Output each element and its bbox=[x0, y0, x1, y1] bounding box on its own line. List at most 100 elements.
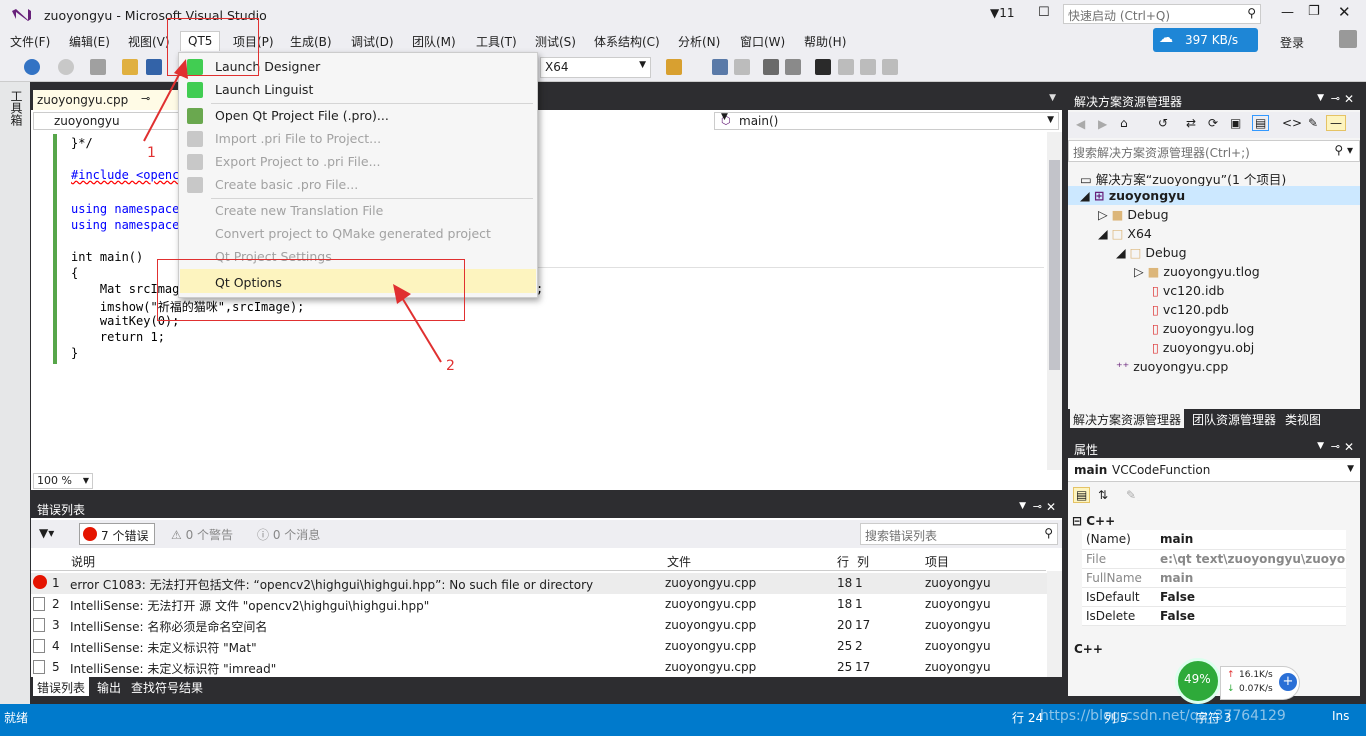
bookmark-icon[interactable] bbox=[815, 59, 831, 75]
minimize-button[interactable]: — bbox=[1281, 5, 1294, 20]
col-file[interactable]: 文件 bbox=[667, 553, 691, 570]
menu-item-launch-linguist[interactable]: Launch Linguist bbox=[215, 82, 313, 97]
forward-icon[interactable]: ▶ bbox=[1098, 117, 1107, 131]
tab-class-view[interactable]: 类视图 bbox=[1285, 411, 1321, 428]
property-category[interactable]: ⊟ C++ bbox=[1072, 514, 1115, 528]
notifications-icon[interactable]: ▼11 bbox=[990, 6, 1015, 20]
table-row[interactable]: 4 IntelliSense: 未定义标识符 "Mat" zuoyongyu.c… bbox=[31, 636, 1058, 657]
menu-debug[interactable]: 调试(D) bbox=[351, 33, 394, 50]
tree-item-tlog[interactable]: ▷ ■ zuoyongyu.tlog bbox=[1134, 264, 1260, 279]
network-widget[interactable]: ↑ 16.1K/s ↓ 0.07K/s + bbox=[1220, 666, 1300, 700]
menu-edit[interactable]: 编辑(E) bbox=[69, 33, 110, 50]
tab-solution-explorer[interactable]: 解决方案资源管理器 bbox=[1070, 409, 1185, 428]
feedback-icon[interactable]: ☐ bbox=[1038, 5, 1050, 20]
menu-view[interactable]: 视图(V) bbox=[128, 33, 170, 50]
tree-item-file[interactable]: ▯ zuoyongyu.obj bbox=[1152, 340, 1254, 355]
pin-icon[interactable]: ⊸ bbox=[1331, 440, 1340, 453]
account-avatar[interactable] bbox=[1339, 30, 1357, 48]
quick-launch-input[interactable]: 快速启动 (Ctrl+Q) bbox=[1068, 7, 1170, 24]
property-value[interactable]: False bbox=[1156, 606, 1346, 626]
menu-item-create-pro[interactable]: Create basic .pro File... bbox=[215, 177, 358, 192]
col-project[interactable]: 项目 bbox=[925, 553, 949, 570]
menu-item-import-pri[interactable]: Import .pri File to Project... bbox=[215, 131, 381, 146]
tree-item-project[interactable]: ◢ ⊞ zuoyongyu bbox=[1080, 188, 1185, 203]
menu-tools[interactable]: 工具(T) bbox=[476, 33, 517, 50]
menu-item-new-translation[interactable]: Create new Translation File bbox=[215, 203, 383, 218]
indent-icon[interactable] bbox=[712, 59, 728, 75]
menu-help[interactable]: 帮助(H) bbox=[804, 33, 846, 50]
scroll-thumb[interactable] bbox=[1049, 160, 1060, 370]
tree-item-file[interactable]: ▯ zuoyongyu.log bbox=[1152, 321, 1254, 336]
show-all-icon[interactable]: ▤ bbox=[1252, 115, 1270, 131]
property-value[interactable]: main bbox=[1156, 568, 1346, 588]
find-icon[interactable] bbox=[666, 59, 682, 75]
property-value[interactable]: False bbox=[1156, 587, 1346, 607]
property-row[interactable]: IsDelete False bbox=[1082, 606, 1346, 626]
tree-item-cpp[interactable]: ⁺⁺ zuoyongyu.cpp bbox=[1116, 359, 1228, 374]
outdent-icon[interactable] bbox=[734, 59, 750, 75]
tab-output[interactable]: 输出 bbox=[97, 679, 121, 696]
tab-error-list[interactable]: 错误列表 bbox=[33, 677, 90, 696]
tab-find-symbol[interactable]: 查找符号结果 bbox=[131, 679, 203, 696]
history-icon[interactable]: ↺ bbox=[1158, 116, 1168, 130]
property-value[interactable]: e:\qt text\zuoyongyu\zuoyon bbox=[1156, 549, 1346, 569]
property-row[interactable]: FullName main bbox=[1082, 568, 1346, 588]
col-description[interactable]: 说明 bbox=[71, 553, 95, 570]
restore-button[interactable]: ❐ bbox=[1308, 4, 1320, 19]
zoom-select[interactable]: 100 % ▼ bbox=[33, 473, 93, 489]
tab-dropdown-icon[interactable]: ▼ bbox=[1049, 93, 1056, 103]
add-icon[interactable]: + bbox=[1279, 673, 1297, 691]
uncomment-icon[interactable] bbox=[785, 59, 801, 75]
property-value[interactable]: main bbox=[1156, 530, 1346, 550]
property-pages-icon[interactable]: ✎ bbox=[1126, 488, 1136, 502]
pin-icon[interactable]: ⊸ bbox=[1331, 92, 1340, 105]
menu-analyze[interactable]: 分析(N) bbox=[678, 33, 720, 50]
refresh-icon[interactable]: ⟳ bbox=[1208, 116, 1218, 130]
next-bookmark-icon[interactable] bbox=[860, 59, 876, 75]
property-row[interactable]: (Name) main bbox=[1082, 530, 1346, 550]
editor-vscrollbar[interactable] bbox=[1047, 132, 1062, 470]
tree-item-x64[interactable]: ◢ □ X64 bbox=[1098, 226, 1152, 241]
menu-architecture[interactable]: 体系结构(C) bbox=[594, 33, 660, 50]
menu-item-export-pri[interactable]: Export Project to .pri File... bbox=[215, 154, 381, 169]
tree-item-x64-debug[interactable]: ◢ □ Debug bbox=[1116, 245, 1187, 260]
table-row[interactable]: 3 IntelliSense: 名称必须是命名空间名 zuoyongyu.cpp… bbox=[31, 615, 1058, 636]
close-icon[interactable]: ✕ bbox=[1344, 92, 1354, 106]
col-line[interactable]: 行 bbox=[837, 553, 849, 570]
solution-search-input[interactable]: 搜索解决方案资源管理器(Ctrl+;) bbox=[1073, 144, 1250, 161]
new-project-icon[interactable] bbox=[90, 59, 106, 75]
tree-item-file[interactable]: ▯ vc120.idb bbox=[1152, 283, 1224, 298]
col-column[interactable]: 列 bbox=[857, 553, 869, 570]
property-row[interactable]: IsDefault False bbox=[1082, 587, 1346, 607]
warnings-toggle-button[interactable]: ⚠ 0 个警告 bbox=[171, 526, 233, 543]
categorized-icon[interactable]: ▤ bbox=[1073, 487, 1091, 503]
menu-file[interactable]: 文件(F) bbox=[10, 33, 50, 50]
solution-search-box[interactable]: 搜索解决方案资源管理器(Ctrl+;) ⚲ ▾ bbox=[1068, 140, 1360, 162]
errors-toggle-button[interactable]: 7 个错误 bbox=[79, 523, 155, 545]
forward-icon[interactable] bbox=[58, 59, 74, 75]
menu-item-convert-qmake[interactable]: Convert project to QMake generated proje… bbox=[215, 226, 491, 241]
cpu-gauge[interactable]: 49% bbox=[1175, 658, 1221, 704]
menu-team[interactable]: 团队(M) bbox=[412, 33, 456, 50]
filter-icon[interactable]: ▼▾ bbox=[39, 526, 54, 540]
close-icon[interactable]: ✕ bbox=[1046, 500, 1056, 514]
menu-item-open-qt-project[interactable]: Open Qt Project File (.pro)... bbox=[215, 108, 389, 123]
messages-toggle-button[interactable]: ⓘ 0 个消息 bbox=[257, 526, 320, 543]
prev-bookmark-icon[interactable] bbox=[838, 59, 854, 75]
speed-widget[interactable]: ☁ 397 KB/s bbox=[1153, 28, 1258, 52]
function-select[interactable]: ⬡ main() ▼ bbox=[714, 112, 1059, 130]
wrench-icon[interactable]: ✎ bbox=[1308, 116, 1318, 130]
collapse-icon[interactable]: ▣ bbox=[1230, 116, 1241, 130]
panel-dropdown-icon[interactable]: ▼ bbox=[1019, 501, 1026, 511]
property-row[interactable]: File e:\qt text\zuoyongyu\zuoyon bbox=[1082, 549, 1346, 569]
sync-icon[interactable]: ⇄ bbox=[1186, 116, 1196, 130]
back-icon[interactable]: ◀ bbox=[1076, 117, 1085, 131]
toolbox-label[interactable]: 工具箱 bbox=[8, 90, 25, 126]
comment-icon[interactable] bbox=[763, 59, 779, 75]
panel-dropdown-icon[interactable]: ▼ bbox=[1317, 441, 1324, 451]
table-row[interactable]: 5 IntelliSense: 未定义标识符 "imread" zuoyongy… bbox=[31, 657, 1058, 678]
properties-object-select[interactable]: main VCCodeFunction ▼ bbox=[1068, 460, 1360, 482]
clear-bookmarks-icon[interactable] bbox=[882, 59, 898, 75]
menu-build[interactable]: 生成(B) bbox=[290, 33, 332, 50]
table-row[interactable]: 2 IntelliSense: 无法打开 源 文件 "opencv2\highg… bbox=[31, 594, 1058, 615]
